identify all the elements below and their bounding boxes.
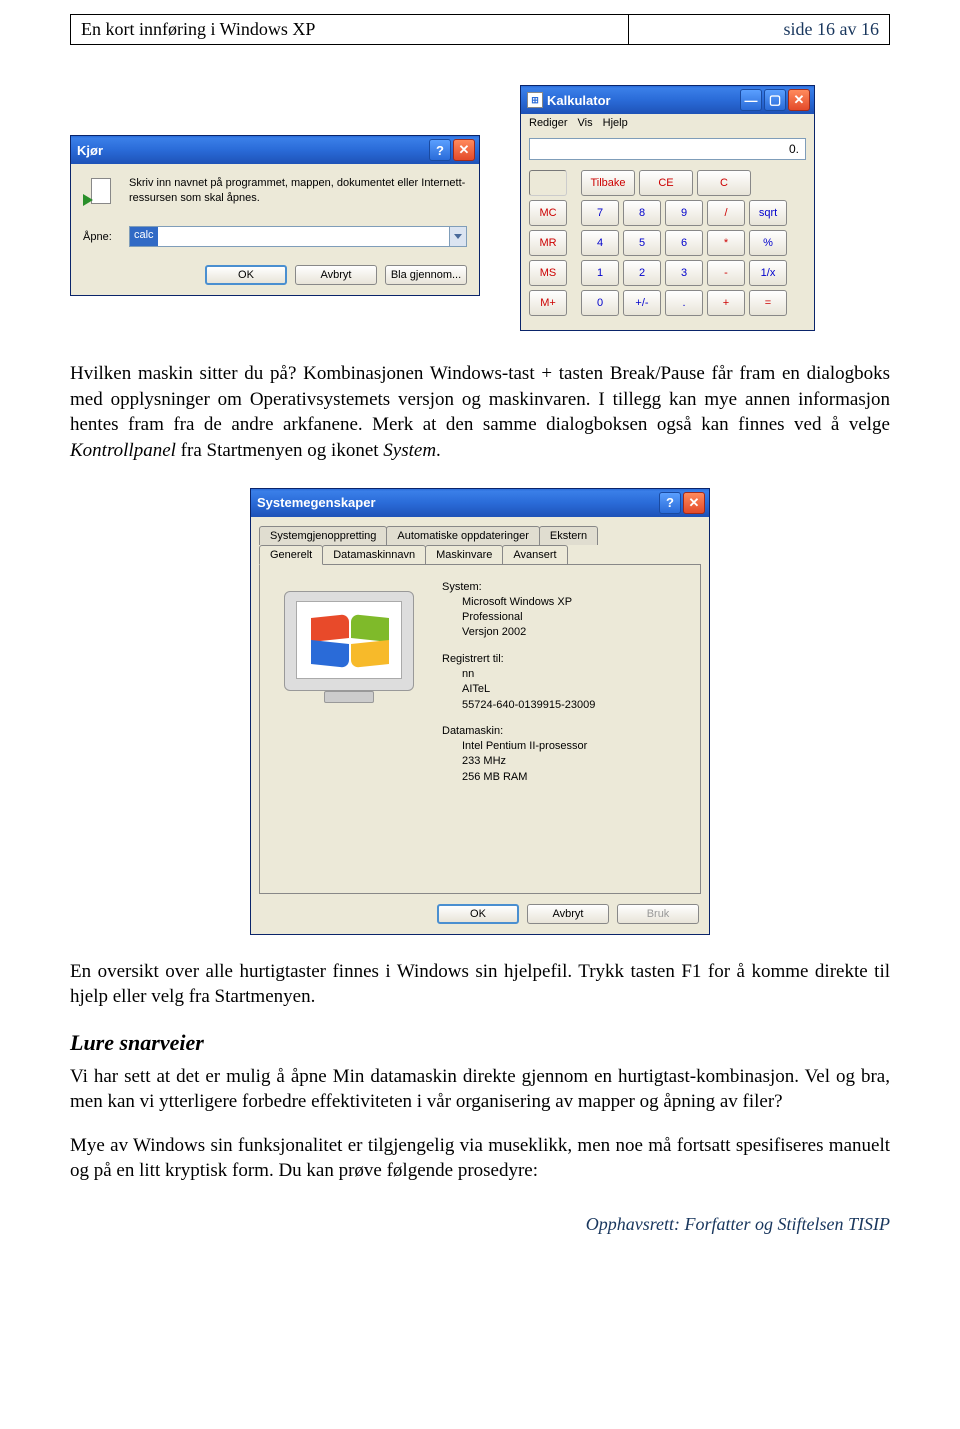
tab-updates[interactable]: Automatiske oppdateringer [386,526,539,545]
calc-3[interactable]: 3 [665,260,703,286]
menu-help[interactable]: Hjelp [603,117,628,129]
tab-remote[interactable]: Ekstern [539,526,598,545]
cancel-button[interactable]: Avbryt [527,904,609,924]
calc-app-icon: ⊞ [527,92,543,108]
calc-pct[interactable]: % [749,230,787,256]
calc-mul[interactable]: * [707,230,745,256]
calc-9[interactable]: 9 [665,200,703,226]
apply-button[interactable]: Bruk [617,904,699,924]
paragraph-4: Mye av Windows sin funksjonalitet er til… [70,1133,890,1184]
calc-neg[interactable]: +/- [623,290,661,316]
calc-display: 0. [529,138,806,160]
run-input[interactable]: calc [129,226,467,247]
top-screenshots: Kjør ? ✕ Skriv inn navnet på programmet,… [0,45,960,351]
browse-button[interactable]: Bla gjennom... [385,265,467,285]
sysprops-titlebar: Systemegenskaper ? ✕ [251,489,709,517]
close-icon[interactable]: ✕ [683,492,705,514]
system-info: System: Microsoft Windows XP Professiona… [442,581,595,798]
calc-0[interactable]: 0 [581,290,619,316]
ok-button[interactable]: OK [437,904,519,924]
header-page: side 16 av 16 [629,15,889,44]
maximize-icon[interactable]: ▢ [764,89,786,111]
open-label: Åpne: [83,231,119,243]
calc-7[interactable]: 7 [581,200,619,226]
calc-mc[interactable]: MC [529,200,567,226]
calc-2[interactable]: 2 [623,260,661,286]
calc-titlebar: ⊞ Kalkulator — ▢ ✕ [521,86,814,114]
run-instruction: Skriv inn navnet på programmet, mappen, … [129,176,467,212]
calc-add[interactable]: + [707,290,745,316]
header-title: En kort innføring i Windows XP [71,15,629,44]
calc-ms[interactable]: MS [529,260,567,286]
run-titlebar: Kjør ? ✕ [71,136,479,164]
menu-view[interactable]: Vis [578,117,593,129]
page-footer: Opphavsrett: Forfatter og Stiftelsen TIS… [0,1202,960,1255]
calc-back[interactable]: Tilbake [581,170,635,196]
calc-title: Kalkulator [547,93,740,108]
tab-advanced[interactable]: Avansert [502,545,567,565]
calculator-window: ⊞ Kalkulator — ▢ ✕ Rediger Vis Hjelp 0. [520,85,815,331]
computer-header: Datamaskin: [442,725,595,737]
help-icon[interactable]: ? [429,139,451,161]
cancel-button[interactable]: Avbryt [295,265,377,285]
tab-computername[interactable]: Datamaskinnavn [322,545,426,565]
run-dialog: Kjør ? ✕ Skriv inn navnet på programmet,… [70,135,480,296]
paragraph-2: En oversikt over alle hurtigtaster finne… [70,959,890,1010]
close-icon[interactable]: ✕ [788,89,810,111]
chevron-down-icon[interactable] [449,227,466,246]
help-icon[interactable]: ? [659,492,681,514]
minimize-icon[interactable]: — [740,89,762,111]
calc-1[interactable]: 1 [581,260,619,286]
tab-general[interactable]: Generelt [259,545,323,565]
calc-eq[interactable]: = [749,290,787,316]
paragraph-1: Hvilken maskin sitter du på? Kombinasjon… [70,361,890,464]
ok-button[interactable]: OK [205,265,287,285]
menu-edit[interactable]: Rediger [529,117,568,129]
calc-8[interactable]: 8 [623,200,661,226]
registered-header: Registrert til: [442,653,595,665]
tab-hardware[interactable]: Maskinvare [425,545,503,565]
section-heading: Lure snarveier [70,1028,890,1058]
calc-dot[interactable]: . [665,290,703,316]
calc-mr[interactable]: MR [529,230,567,256]
calc-4[interactable]: 4 [581,230,619,256]
calc-mplus[interactable]: M+ [529,290,567,316]
calc-5[interactable]: 5 [623,230,661,256]
calc-ce[interactable]: CE [639,170,693,196]
run-title: Kjør [77,143,429,158]
calc-mem-indicator [529,170,567,196]
system-properties-dialog: Systemegenskaper ? ✕ Systemgjenopprettin… [250,488,710,935]
calc-menubar: Rediger Vis Hjelp [521,114,814,132]
page-header: En kort innføring i Windows XP side 16 a… [70,14,890,45]
run-input-value: calc [130,227,158,246]
calc-c[interactable]: C [697,170,751,196]
paragraph-3: Vi har sett at det er mulig å åpne Min d… [70,1064,890,1115]
calc-inv[interactable]: 1/x [749,260,787,286]
system-header: System: [442,581,595,593]
calc-sqrt[interactable]: sqrt [749,200,787,226]
calc-buttons: Tilbake CE C MC 7 8 9 / sqrt MR [521,166,814,330]
monitor-icon [274,591,424,711]
calc-sub[interactable]: - [707,260,745,286]
calc-6[interactable]: 6 [665,230,703,256]
run-icon [83,176,119,212]
sysprops-title: Systemegenskaper [257,495,659,510]
tab-restore[interactable]: Systemgjenoppretting [259,526,387,545]
calc-div[interactable]: / [707,200,745,226]
close-icon[interactable]: ✕ [453,139,475,161]
